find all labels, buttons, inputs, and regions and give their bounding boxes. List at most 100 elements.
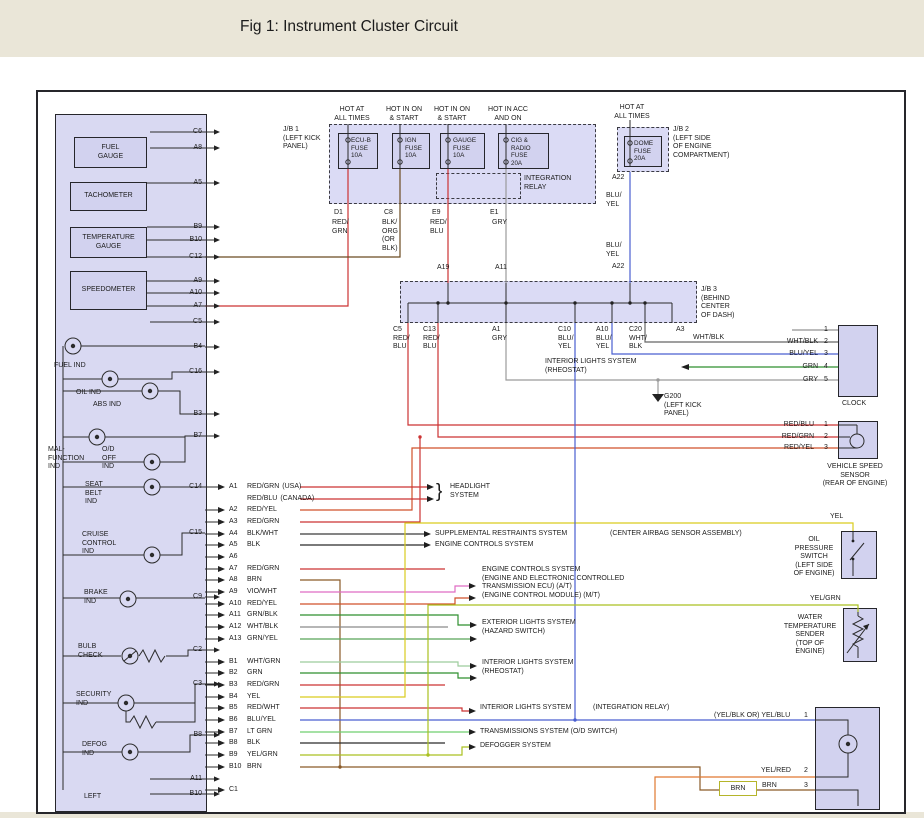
connector-row: B8BLK (229, 739, 263, 746)
speedometer-label: SPEEDOMETER (82, 286, 136, 294)
jb3-out-c20: C20 WHT/ BLK (629, 326, 647, 352)
od-off-ind-label: O/D OFF IND (102, 446, 116, 472)
interior-lights2-note: (INTEGRATION RELAY) (593, 704, 669, 713)
drop-e9: E9 (432, 209, 441, 218)
cluster-pin-label: A9 (176, 277, 202, 284)
brn-boxed-label: BRN (719, 781, 757, 796)
cluster-pin-label: B7 (176, 432, 202, 439)
bluyel-label-2: BLU/ YEL (606, 242, 622, 259)
connector-row: A4BLK/WHT (229, 530, 281, 537)
jb3-out-a1: A1 GRY (492, 326, 507, 343)
defogger-label: DEFOGGER SYSTEM (480, 742, 551, 751)
vss-pin1-color: RED/BLU (766, 421, 814, 430)
a11-entry-label: A11 (495, 264, 507, 273)
cluster-pin-label: A7 (176, 302, 202, 309)
mil-ind-label: MAL- FUNCTION IND (48, 446, 84, 472)
clock-pin2-color: WHT/BLK (770, 338, 818, 347)
speedometer-box: SPEEDOMETER (70, 271, 147, 310)
connector-row: A9VIO/WHT (229, 588, 280, 595)
clock-pin3-color: BLU/YEL (770, 350, 818, 359)
clock-pin1-num: 1 (824, 326, 828, 333)
lamp-pin3-num: 3 (804, 782, 808, 789)
drop-e1: E1 (490, 209, 499, 218)
jb3-out-c10: C10 BLU/ YEL (558, 326, 574, 352)
vss-pin3-num: 3 (824, 444, 828, 451)
cluster-pin-label: C3 (176, 680, 202, 687)
connector-row: A10RED/YEL (229, 600, 280, 607)
water-temp-sender-label: WATER TEMPERATURE SENDER (TOP OF ENGINE) (783, 614, 837, 657)
connector-row: A8BRN (229, 576, 265, 583)
clock-label: CLOCK (842, 400, 866, 409)
cluster-pin-label: A11 (176, 775, 202, 782)
jb3-out-c5: C5 RED/ BLU (393, 326, 410, 352)
connector-row: A2RED/YEL (229, 506, 280, 513)
junction-block-3 (400, 281, 697, 323)
g200-label: G200 (LEFT KICK PANEL) (664, 393, 702, 419)
page-title: Fig 1: Instrument Cluster Circuit (240, 18, 458, 36)
cluster-pin-label: B8 (176, 731, 202, 738)
jb3-label: J/B 3 (BEHIND CENTER OF DASH) (701, 286, 734, 320)
cluster-pin-label: B9 (176, 223, 202, 230)
fuel-ind-label: FUEL IND (54, 362, 86, 371)
a22-entry-label: A22 (612, 263, 624, 272)
jb1-label: J/B 1 (LEFT KICK PANEL) (283, 126, 321, 152)
connector-row: B4YEL (229, 693, 263, 700)
drop-d1-color: RED/ GRN (332, 219, 349, 236)
connector-row: A6 (229, 553, 250, 560)
cluster-pin-label: C9 (176, 593, 202, 600)
connector-row: A5BLK (229, 541, 263, 548)
interior-lights2-label: INTERIOR LIGHTS SYSTEM (480, 704, 571, 713)
lamp-pin1-num: 1 (804, 712, 808, 719)
cluster-pin-label: B10 (176, 236, 202, 243)
connector-row: A11GRN/BLK (229, 611, 281, 618)
headlight-system-label: HEADLIGHT SYSTEM (450, 483, 490, 500)
ecu-b-fuse-box: ECU-B FUSE 10A (338, 133, 378, 169)
cluster-pin-label: C14 (176, 483, 202, 490)
water-temp-sender-box (843, 608, 877, 662)
title-bar (0, 0, 924, 57)
cluster-pin-label: C2 (176, 646, 202, 653)
vss-pin3-color: RED/YEL (766, 444, 814, 453)
cluster-pin-label: A5 (176, 179, 202, 186)
connector-row: B6BLU/YEL (229, 716, 279, 723)
interior-lights-rheostat-label: INTERIOR LIGHTS SYSTEM (RHEOSTAT) (545, 358, 636, 375)
jb3-out-c13: C13 RED/ BLU (423, 326, 440, 352)
cluster-pin-label: C12 (176, 253, 202, 260)
engine-controls-label: ENGINE CONTROLS SYSTEM (435, 541, 533, 550)
water-wire-label: YEL/GRN (810, 595, 841, 604)
cluster-pin-label: C15 (176, 529, 202, 536)
ign-fuse-label: IGN FUSE 10A (405, 137, 422, 160)
cluster-pin-label: A8 (176, 144, 202, 151)
exterior-lights-label: EXTERIOR LIGHTS SYSTEM (HAZARD SWITCH) (482, 619, 576, 636)
connector-row: B2GRN (229, 669, 266, 676)
vss-pin1-num: 1 (824, 421, 828, 428)
cruise-ind-label: CRUISE CONTROL IND (82, 531, 116, 557)
lamp-pin2-num: 2 (804, 767, 808, 774)
oil-pressure-switch-label: OIL PRESSURE SWITCH (LEFT SIDE OF ENGINE… (788, 536, 840, 579)
drop-e1-color: GRY (492, 219, 507, 228)
ecu-b-fuse-label: ECU-B FUSE 10A (351, 137, 371, 160)
hot-label-1: HOT AT ALL TIMES (330, 106, 374, 123)
gauge-fuse-box: GAUGE FUSE 10A (440, 133, 485, 169)
drop-d1: D1 (334, 209, 343, 218)
jb2-label: J/B 2 (LEFT SIDE OF ENGINE COMPARTMENT) (673, 126, 730, 160)
whtblk-float-label: WHT/BLK (693, 334, 724, 343)
drop-c8-color: BLK/ ORG (OR BLK) (382, 219, 398, 253)
clock-box (838, 325, 878, 397)
vss-label: VEHICLE SPEED SENSOR (REAR OF ENGINE) (795, 463, 915, 489)
vss-pin2-num: 2 (824, 433, 828, 440)
brake-ind-label: BRAKE IND (84, 589, 108, 606)
tachometer-label: TACHOMETER (84, 192, 132, 200)
clock-pin3-num: 3 (824, 350, 828, 357)
integration-relay-label: INTEGRATION RELAY (524, 175, 571, 192)
hot-label-4: HOT IN ACC AND ON (484, 106, 532, 123)
vss-pin2-color: RED/GRN (766, 433, 814, 442)
connector-row: B10BRN (229, 763, 265, 770)
gauge-fuse-label: GAUGE FUSE 10A (453, 137, 476, 160)
oil-ind-label: OIL IND (76, 389, 101, 398)
hot-label-3: HOT IN ON & START (430, 106, 474, 123)
hot-label-2: HOT IN ON & START (382, 106, 426, 123)
fuel-gauge-label: FUEL GAUGE (98, 144, 123, 161)
connector-row: A1RED/GRN(USA) (229, 483, 301, 490)
hot-label-5: HOT AT ALL TIMES (608, 104, 656, 121)
